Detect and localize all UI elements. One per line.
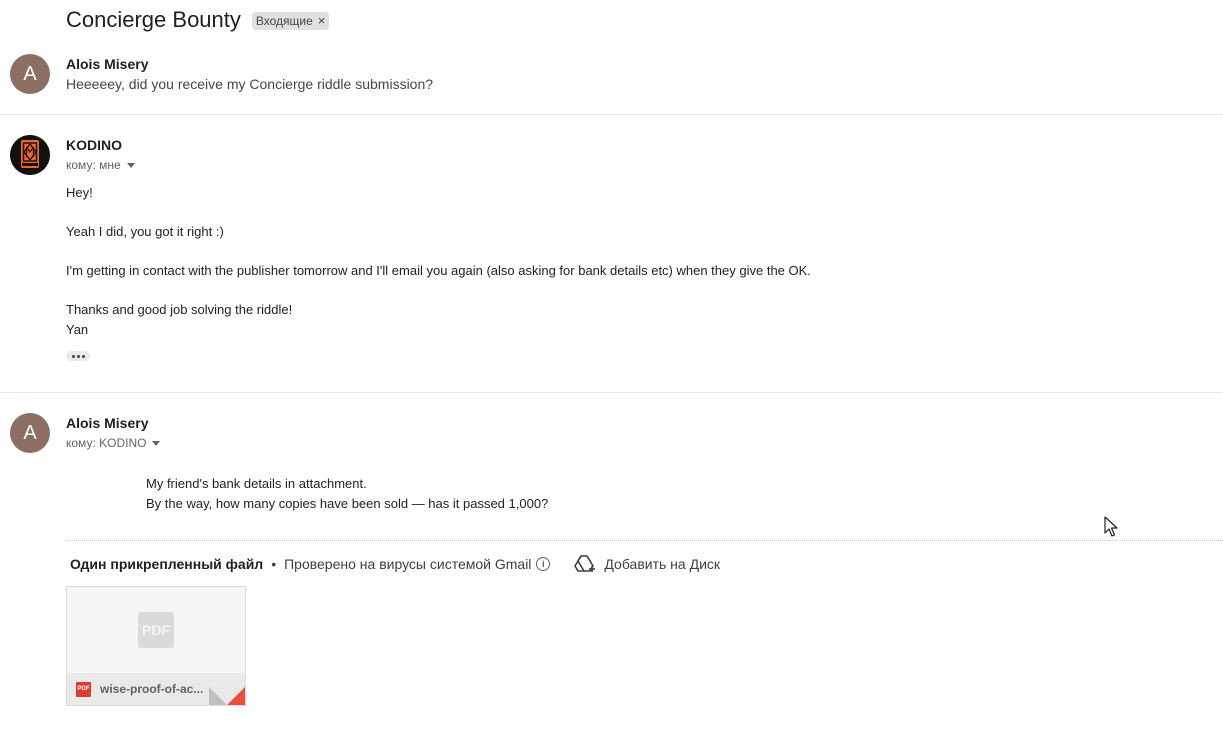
add-to-drive-button[interactable]: Добавить на Диск bbox=[574, 555, 720, 573]
body-line: I'm getting in contact with the publishe… bbox=[66, 263, 811, 278]
bullet: • bbox=[271, 556, 277, 572]
message-snippet[interactable]: Heeeeey, did you receive my Concierge ri… bbox=[66, 76, 433, 92]
attachment-card[interactable]: PDF PDF wise-proof-of-ac... bbox=[66, 586, 246, 706]
attachment-preview: PDF bbox=[67, 587, 245, 673]
avatar[interactable]: A bbox=[10, 413, 50, 453]
recipient-text: кому: KODINO bbox=[66, 436, 147, 450]
body-line: My friend's bank details in attachment. bbox=[146, 476, 367, 491]
remove-label-icon[interactable]: × bbox=[318, 14, 326, 27]
avatar[interactable]: A bbox=[10, 54, 50, 94]
kodino-logo-icon bbox=[10, 135, 50, 175]
recipient-text: кому: мне bbox=[66, 158, 121, 172]
sender-name[interactable]: Alois Misery bbox=[66, 415, 148, 431]
message-body: My friend's bank details in attachment. … bbox=[146, 474, 1146, 513]
dot bbox=[81, 354, 85, 358]
corner-fold bbox=[209, 687, 227, 705]
body-line: Hey! bbox=[66, 185, 93, 200]
label-text: Входящие bbox=[255, 14, 313, 28]
message-body: Hey! Yeah I did, you got it right :) I'm… bbox=[66, 183, 1166, 339]
drive-add-icon bbox=[574, 555, 596, 572]
caret-down-icon bbox=[126, 162, 135, 168]
body-line: By the way, how many copies have been so… bbox=[146, 495, 549, 511]
corner-accent bbox=[227, 687, 245, 705]
thread-subject: Concierge Bounty bbox=[66, 7, 241, 32]
add-to-drive-label: Добавить на Диск bbox=[604, 556, 721, 572]
recipient-dropdown[interactable]: кому: мне bbox=[66, 158, 135, 172]
pdf-badge-icon: PDF bbox=[76, 681, 91, 697]
attachments-separator bbox=[66, 540, 1223, 541]
sender-name[interactable]: Alois Misery bbox=[66, 56, 148, 72]
body-line: Yan bbox=[66, 321, 89, 337]
dot bbox=[76, 354, 80, 358]
message-divider bbox=[0, 114, 1223, 115]
sender-name[interactable]: KODINO bbox=[66, 137, 122, 153]
info-icon[interactable]: i bbox=[536, 557, 551, 571]
mouse-cursor-icon bbox=[1104, 516, 1118, 537]
body-line: Yeah I did, you got it right :) bbox=[66, 224, 224, 239]
attachment-count: Один прикрепленный файл bbox=[70, 556, 264, 572]
message-divider bbox=[0, 392, 1223, 393]
dot bbox=[71, 354, 75, 358]
body-line: Thanks and good job solving the riddle! bbox=[66, 302, 293, 317]
inbox-label-chip[interactable]: Входящие × bbox=[251, 12, 330, 30]
caret-down-icon bbox=[152, 440, 161, 446]
recipient-dropdown[interactable]: кому: KODINO bbox=[66, 436, 161, 450]
attachments-header: Один прикрепленный файл • Проверено на в… bbox=[70, 555, 720, 573]
avatar[interactable] bbox=[10, 135, 50, 175]
virus-scan-note: Проверено на вирусы системой Gmail bbox=[284, 556, 532, 572]
show-trimmed-content-button[interactable] bbox=[66, 351, 90, 361]
pdf-file-icon: PDF bbox=[138, 612, 174, 648]
subject-row: Concierge Bounty Входящие × bbox=[66, 6, 330, 34]
attachment-filename: wise-proof-of-ac... bbox=[100, 682, 204, 696]
